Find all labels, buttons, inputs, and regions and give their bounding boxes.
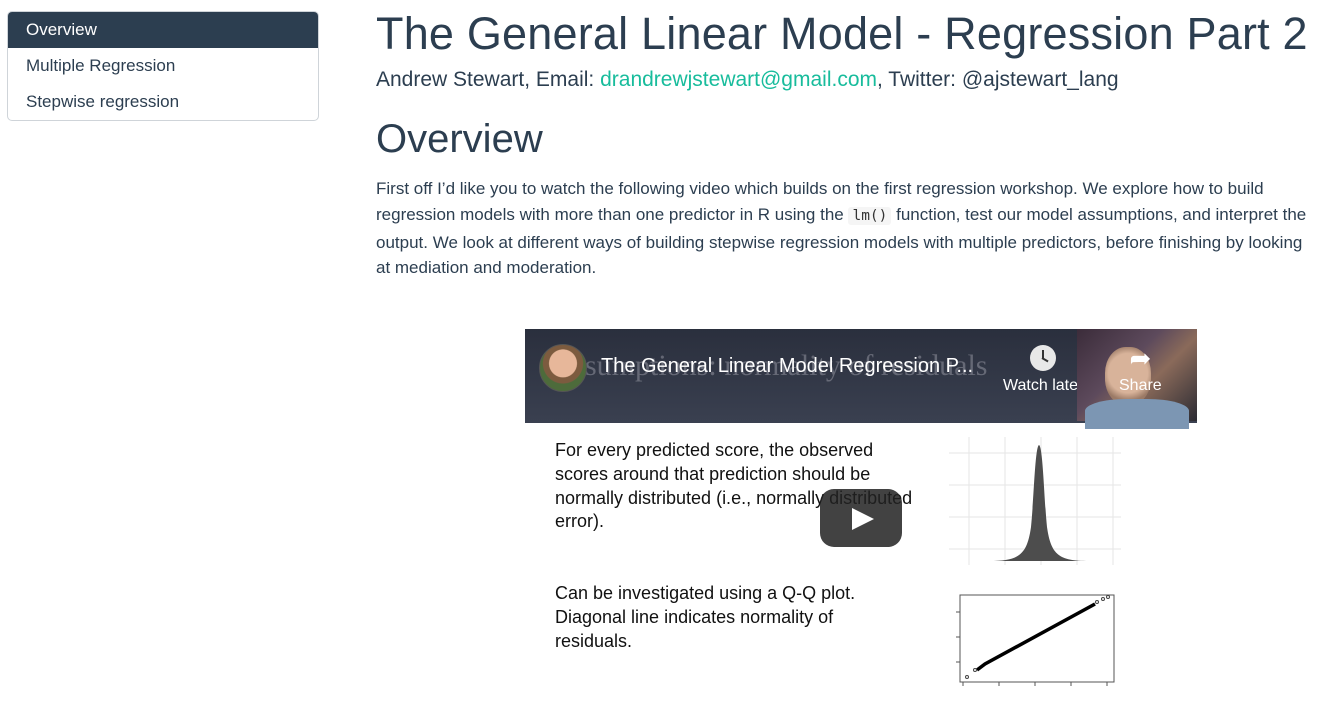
author-line: Andrew Stewart, Email: drandrewjstewart@… <box>376 68 1119 92</box>
toc-item-overview[interactable]: Overview <box>8 12 318 48</box>
author-suffix: , Twitter: @ajstewart_lang <box>877 68 1119 91</box>
normal-distribution-plot <box>949 437 1121 565</box>
table-of-contents: Overview Multiple Regression Stepwise re… <box>7 11 319 121</box>
page-title: The General Linear Model - Regression Pa… <box>376 8 1308 59</box>
presenter-shirt <box>1085 399 1189 429</box>
lm-code: lm() <box>848 206 892 225</box>
qq-plot <box>956 594 1115 686</box>
author-prefix: Andrew Stewart, Email: <box>376 68 601 91</box>
share-icon: ➦ <box>1129 343 1152 373</box>
overview-heading: Overview <box>376 117 543 161</box>
share-label: Share <box>1119 377 1162 394</box>
slide-text-qq: Can be investigated using a Q-Q plot. Di… <box>555 583 856 651</box>
video-title[interactable]: The General Linear Model Regression P... <box>601 355 973 378</box>
youtube-embed[interactable]: sumptions: normality of residuals The Ge… <box>525 329 1197 706</box>
toc-item-multiple-regression[interactable]: Multiple Regression <box>8 48 318 84</box>
toc-item-stepwise-regression[interactable]: Stepwise regression <box>8 84 318 120</box>
watch-later-label: Watch later <box>1003 377 1084 394</box>
channel-avatar[interactable] <box>539 344 587 392</box>
watch-later-button[interactable]: Watch later <box>1003 345 1083 395</box>
overview-paragraph: First off I’d like you to watch the foll… <box>376 176 1321 281</box>
video-top-bar: sumptions: normality of residuals The Ge… <box>525 329 1197 429</box>
share-button[interactable]: ➦ Share <box>1119 345 1162 395</box>
play-button[interactable] <box>820 489 902 547</box>
clock-icon <box>1030 345 1057 371</box>
email-link[interactable]: drandrewjstewart@gmail.com <box>600 68 877 91</box>
